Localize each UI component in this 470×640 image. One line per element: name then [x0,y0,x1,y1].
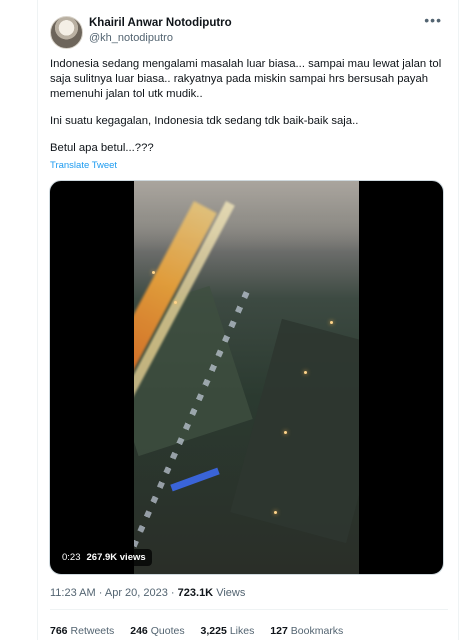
video-scene-light [274,511,277,514]
likes-stat[interactable]: 3,225 Likes [201,625,255,637]
tweet-paragraph: Betul apa betul...??? [50,142,154,154]
tweet-time[interactable]: 11:23 AM [50,587,96,599]
tweet-date[interactable]: Apr 20, 2023 [105,587,168,599]
tweet-meta: 11:23 AM · Apr 20, 2023 · 723.1K Views [50,587,245,599]
video-frame[interactable] [134,181,359,574]
view-count: 723.1K [177,587,214,599]
video-views: 267.9K views [86,552,146,563]
video-scene-light [330,321,333,324]
meta-separator: · [170,587,175,599]
stat-label: Likes [229,625,255,637]
stat-count: 246 [130,625,148,637]
tweet-stats: 766 Retweets 246 Quotes 3,225 Likes 127 Book… [50,625,356,637]
stat-count: 127 [270,625,288,637]
video-scene-light [174,301,177,304]
tweet-paragraph: Indonesia sedang mengalami masalah luar … [50,58,442,100]
author-name[interactable]: Khairil Anwar Notodiputro [89,17,232,29]
divider [50,609,448,610]
video-scene-light [152,271,155,274]
video-duration: 0:23 [62,552,81,563]
stat-label: Quotes [150,625,185,637]
video-player[interactable]: 0:23 267.9K views [49,180,444,575]
video-scene-road-sign [170,467,220,492]
video-scene-light [284,431,287,434]
view-label: Views [216,587,246,599]
tweet-paragraph: Ini suatu kegagalan, Indonesia tdk sedan… [50,115,359,127]
stat-count: 3,225 [200,625,227,637]
quotes-stat[interactable]: 246 Quotes [130,625,184,637]
stat-label: Retweets [70,625,115,637]
author-handle[interactable]: @kh_notodiputro [89,32,173,44]
retweets-stat[interactable]: 766 Retweets [50,625,114,637]
tweet-card: Khairil Anwar Notodiputro @kh_notodiputr… [37,0,459,640]
video-scene-field [230,318,359,544]
more-dots-icon[interactable]: ••• [424,12,442,28]
stat-count: 766 [50,625,68,637]
meta-separator: · [98,587,103,599]
video-info-badge: 0:23 267.9K views [56,549,152,566]
video-scene-light [304,371,307,374]
video-scene-sky [134,181,359,251]
stat-label: Bookmarks [290,625,344,637]
translate-tweet-link[interactable]: Translate Tweet [50,160,117,171]
avatar[interactable] [50,16,83,49]
tweet-text: Indonesia sedang mengalami masalah luar … [50,57,448,156]
bookmarks-stat[interactable]: 127 Bookmarks [270,625,343,637]
